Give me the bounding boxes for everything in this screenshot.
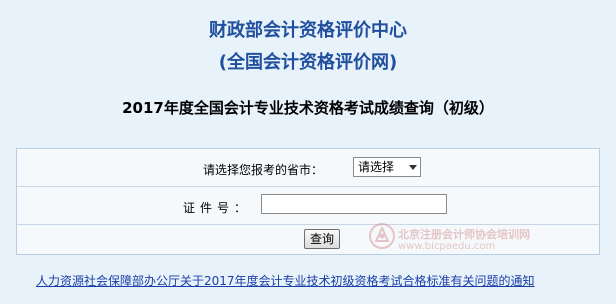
province-label: 请选择您报考的省市：: [203, 163, 324, 177]
watermark-text: 北京注册会计师协会培训网: [398, 228, 530, 241]
site-title: 财政部会计资格评价中心: [209, 20, 407, 41]
province-select-value: 请选择: [358, 160, 395, 174]
id-label: 证件号：: [183, 201, 252, 215]
page-title: 2017年度全国会计专业技术资格考试成绩查询（初级）: [122, 99, 494, 117]
notice-link[interactable]: 人力资源社会保障部办公厅关于2017年度会计专业技术初级资格考试合格标准有关问题…: [36, 272, 596, 289]
query-button[interactable]: 查询: [304, 229, 340, 249]
province-row: 请选择您报考的省市： 请选择: [17, 149, 599, 187]
id-row: 证件号：: [17, 186, 599, 225]
chevron-down-icon: [409, 165, 417, 170]
province-select[interactable]: 请选择: [353, 157, 421, 177]
site-subtitle: (全国会计资格评价网): [218, 52, 398, 73]
id-number-input[interactable]: [261, 194, 447, 214]
seal-logo-icon: [369, 223, 395, 249]
watermark-url: www.bicpaedu.com: [398, 241, 496, 252]
